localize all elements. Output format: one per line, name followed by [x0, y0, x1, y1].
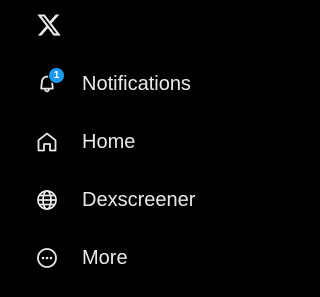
home-icon	[35, 130, 59, 154]
sidebar-item-label: Notifications	[82, 73, 191, 95]
sidebar-item-label: Dexscreener	[82, 189, 196, 211]
sidebar-nav: 1 Notifications Home Dexscreener More	[0, 55, 285, 287]
more-circle-icon	[35, 246, 59, 270]
x-logo-icon[interactable]	[35, 12, 63, 38]
sidebar-item-notifications[interactable]: 1 Notifications	[0, 55, 285, 113]
sidebar-item-label: More	[82, 247, 128, 269]
notification-count-badge: 1	[48, 67, 65, 84]
sidebar-item-label: Home	[82, 131, 136, 153]
globe-icon	[35, 188, 59, 212]
sidebar-item-more[interactable]: More	[0, 229, 285, 287]
sidebar-item-home[interactable]: Home	[0, 113, 285, 171]
sidebar-item-dexscreener[interactable]: Dexscreener	[0, 171, 285, 229]
